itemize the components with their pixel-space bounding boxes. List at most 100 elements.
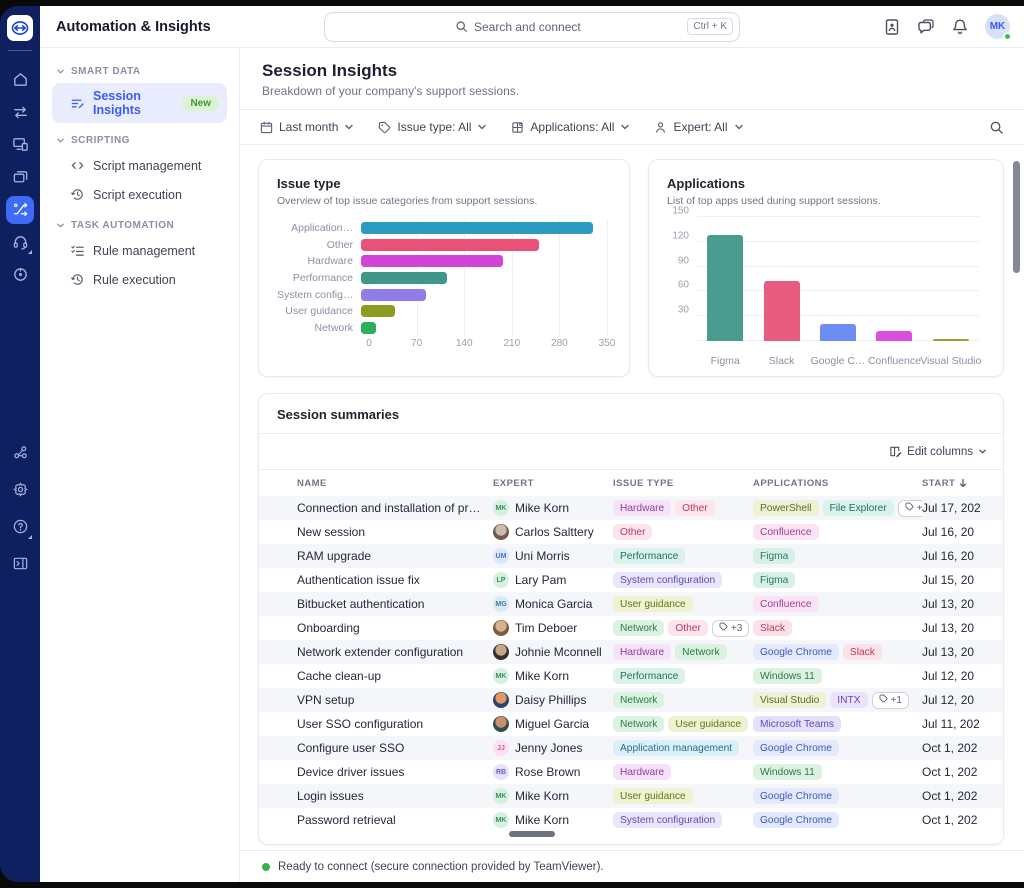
issue-bar-row: System config… [277, 286, 611, 303]
column-header-start[interactable]: START [922, 478, 1003, 489]
table-row[interactable]: Cache clean-upMKMike KornPerformanceWind… [259, 664, 1003, 688]
table-row[interactable]: Device driver issuesRBRose BrownHardware… [259, 760, 1003, 784]
sidebar-item-script-execution[interactable]: Script execution [52, 181, 227, 208]
applications-cell: Google ChromeSlack [753, 644, 922, 660]
rail-devices-button[interactable] [6, 131, 34, 159]
notifications-bell-icon[interactable] [951, 18, 969, 36]
sidebar-item-rule-management[interactable]: Rule management [52, 237, 227, 264]
column-header-expert[interactable]: EXPERT [493, 478, 613, 489]
table-row[interactable]: New sessionCarlos SaltteryOtherConfluenc… [259, 520, 1003, 544]
badge-network: Network [675, 644, 726, 660]
table-row[interactable]: RAM upgradeUMUni MorrisPerformanceFigmaJ… [259, 544, 1003, 568]
user-avatar[interactable]: MK [985, 14, 1010, 39]
table-row[interactable]: OnboardingTim DeboerNetworkOther+3SlackJ… [259, 616, 1003, 640]
filter-label: Last month [279, 120, 338, 134]
rail-share-nodes-button[interactable] [6, 439, 34, 467]
checklist-icon [70, 243, 85, 258]
chat-icon[interactable] [917, 18, 935, 36]
filter-expert-all[interactable]: Expert: All [654, 120, 743, 134]
rail-home-button[interactable] [6, 66, 34, 94]
applications-cell: Windows 11 [753, 764, 922, 780]
column-header-name[interactable]: NAME [297, 478, 493, 489]
table-row[interactable]: Password retrievalMKMike KornSystem conf… [259, 808, 1003, 832]
rail-settings-button[interactable] [6, 476, 34, 504]
search-input[interactable] [468, 20, 687, 34]
rail-collapse-panel-button[interactable] [6, 550, 34, 578]
teamviewer-logo-icon[interactable] [7, 15, 33, 41]
badge-windows-11: Windows 11 [753, 668, 822, 684]
sidebar-section-scripting[interactable]: SCRIPTING [52, 131, 227, 150]
sidebar-item-label: Script execution [93, 188, 182, 202]
applications-title: Applications [667, 176, 985, 191]
issue-bar-row: Performance [277, 270, 611, 287]
issue-type-chart: Application… Other Hardware PerformanceSyst… [277, 220, 611, 354]
table-row[interactable]: User SSO configurationMiguel GarciaNetwo… [259, 712, 1003, 736]
filter-issue-type-all[interactable]: Issue type: All [378, 120, 487, 134]
badge-other: Other [613, 524, 652, 540]
applications-cell: Visual StudioINTX +1 [753, 692, 922, 709]
global-search[interactable]: Ctrl + K [324, 12, 740, 42]
badge-intx: INTX [830, 692, 867, 708]
column-header-applications[interactable]: APPLICATIONS [753, 478, 922, 489]
start-date: Oct 1, 202 [922, 765, 1003, 779]
page-header: Session Insights Breakdown of your compa… [240, 48, 1024, 110]
sidebar-item-rule-execution[interactable]: Rule execution [52, 266, 227, 293]
issue-type-cell: System configuration [613, 572, 753, 588]
table-row[interactable]: Authentication issue fixLPLary PamSystem… [259, 568, 1003, 592]
vertical-scrollbar[interactable] [1013, 161, 1020, 273]
issue-type-cell: NetworkOther+3 [613, 620, 753, 637]
insights-icon [70, 96, 85, 111]
tag-icon [378, 121, 391, 134]
filter-applications-all[interactable]: Applications: All [511, 120, 630, 134]
applications-cell: Windows 11 [753, 668, 922, 684]
expert-name: Tim Deboer [515, 621, 577, 635]
issue-category-label: Hardware [277, 255, 361, 267]
table-row[interactable]: Configure user SSOJJJenny JonesApplicati… [259, 736, 1003, 760]
applications-cell: Figma [753, 548, 922, 564]
badge-visual-studio: Visual Studio [753, 692, 826, 708]
start-date: Oct 1, 202 [922, 741, 1003, 755]
table-search-icon[interactable] [989, 120, 1004, 135]
applications-cell: Google Chrome [753, 812, 922, 828]
rail-remote-target-button[interactable] [6, 261, 34, 289]
rail-help-button[interactable] [6, 513, 34, 541]
sidebar-section-label: SMART DATA [71, 66, 141, 77]
table-row[interactable]: Login issuesMKMike KornUser guidanceGoog… [259, 784, 1003, 808]
expert-avatar: MK [493, 500, 509, 516]
start-date: Jul 11, 202 [922, 717, 1003, 731]
issue-category-label: Other [277, 239, 361, 251]
expert-avatar: LP [493, 572, 509, 588]
more-tags-chip[interactable]: +1 [898, 500, 922, 517]
contacts-icon[interactable] [883, 18, 901, 36]
start-date: Jul 13, 20 [922, 621, 1003, 635]
rail-service-desk-button[interactable] [6, 228, 34, 256]
more-tags-chip[interactable]: +1 [872, 692, 909, 709]
rail-divider [8, 50, 32, 51]
chevron-down-icon [620, 122, 630, 132]
issue-bar-row: Application… [277, 220, 611, 237]
sidebar-item-script-management[interactable]: Script management [52, 152, 227, 179]
sidebar-section-smart-data[interactable]: SMART DATA [52, 62, 227, 81]
table-row[interactable]: VPN setupDaisy PhillipsNetworkVisual Stu… [259, 688, 1003, 712]
sidebar-item-session-insights[interactable]: Session InsightsNew [52, 83, 227, 123]
submenu-corner [28, 250, 32, 254]
session-name: Network extender configuration [297, 645, 493, 659]
search-icon [455, 20, 468, 33]
rail-sessions-button[interactable] [6, 163, 34, 191]
horizontal-scrollbar[interactable] [509, 831, 555, 837]
rail-connections-button[interactable] [6, 98, 34, 126]
column-header-issue-type[interactable]: ISSUE TYPE [613, 478, 753, 489]
sidebar-section-task-automation[interactable]: TASK AUTOMATION [52, 216, 227, 235]
table-row[interactable]: Connection and installation of print…MKM… [259, 496, 1003, 520]
table-row[interactable]: Network extender configurationJohnie Mco… [259, 640, 1003, 664]
filter-last-month[interactable]: Last month [260, 120, 354, 134]
issue-bar [361, 222, 593, 234]
rail-top-group [6, 61, 34, 293]
more-tags-chip[interactable]: +3 [712, 620, 749, 637]
badge-figma: Figma [753, 572, 795, 588]
table-row[interactable]: Bitbucket authenticationMGMonica GarciaU… [259, 592, 1003, 616]
issue-type-cell: Performance [613, 668, 753, 684]
sort-descending-icon[interactable] [958, 478, 968, 488]
edit-columns-button[interactable]: Edit columns [889, 445, 987, 458]
rail-automation-button[interactable] [6, 196, 34, 224]
